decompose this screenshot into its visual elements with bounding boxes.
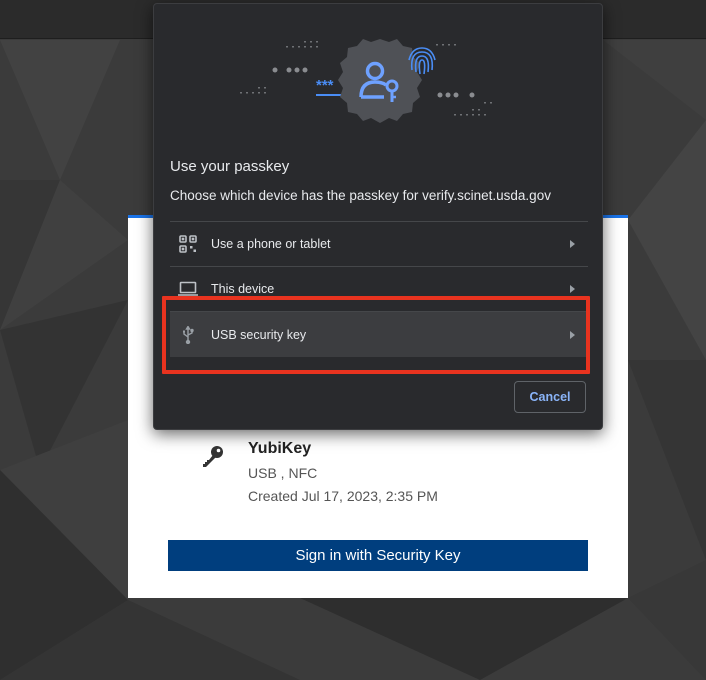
chevron-right-icon bbox=[570, 239, 575, 248]
key-icon bbox=[203, 446, 223, 467]
dialog-subtitle: Choose which device has the passkey for … bbox=[170, 188, 551, 203]
dialog-title: Use your passkey bbox=[170, 158, 290, 175]
option-label: Use a phone or tablet bbox=[211, 236, 331, 251]
key-transport: USB , NFC bbox=[248, 465, 318, 481]
qr-code-icon bbox=[178, 234, 198, 254]
key-created-date: Created Jul 17, 2023, 2:35 PM bbox=[248, 488, 438, 504]
chevron-right-icon bbox=[570, 284, 575, 293]
svg-text:***: *** bbox=[316, 77, 334, 94]
annotation-highlight-box bbox=[162, 296, 590, 374]
passkey-illustration: *** bbox=[240, 39, 492, 123]
cancel-button[interactable]: Cancel bbox=[514, 381, 586, 413]
key-name: YubiKey bbox=[248, 440, 312, 457]
sign-in-security-key-button[interactable]: Sign in with Security Key bbox=[168, 540, 588, 571]
option-phone-tablet[interactable]: Use a phone or tablet bbox=[170, 221, 588, 265]
option-label: This device bbox=[211, 281, 275, 296]
